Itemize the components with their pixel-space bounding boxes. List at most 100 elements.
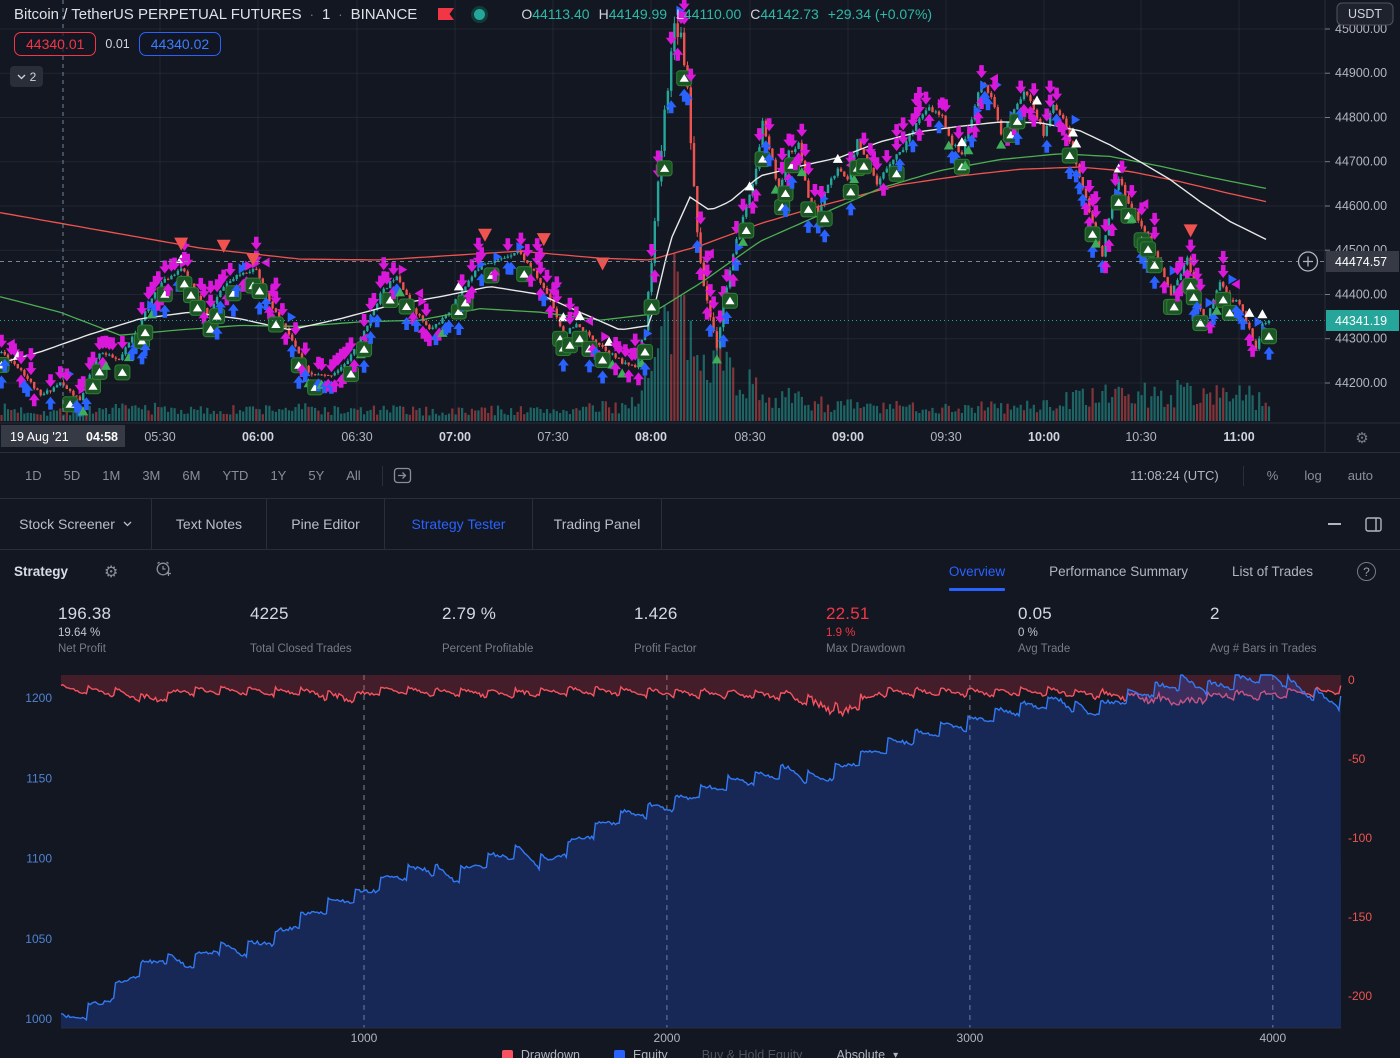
range-button-ytd[interactable]: YTD [211, 468, 259, 483]
collapse-count: 2 [30, 70, 37, 84]
object-tree-collapse-button[interactable]: 2 [10, 66, 43, 87]
report-tab-overview[interactable]: Overview [949, 550, 1005, 593]
interval-label[interactable]: 1 [322, 6, 330, 23]
range-button-1m[interactable]: 1M [91, 468, 131, 483]
ask-button[interactable]: 44340.02 [139, 32, 221, 56]
separator-dot: · [337, 7, 343, 22]
bid-button[interactable]: 44340.01 [14, 32, 96, 56]
open-value: 44113.40 [532, 6, 589, 22]
strategy-title: Strategy [14, 564, 68, 579]
auto-scale-button[interactable]: auto [1335, 468, 1386, 483]
equity-chart-canvas[interactable]: 1000200030004000120011501100105010000-50… [0, 665, 1400, 1058]
flag-icon[interactable] [438, 8, 454, 20]
range-button-6m[interactable]: 6M [171, 468, 211, 483]
legend-item-drawdown[interactable]: Drawdown [502, 1048, 580, 1058]
strategy-report-tabs: Overview Performance Summary List of Trade… [949, 550, 1386, 593]
drawdown-axis-label: -100 [1348, 831, 1372, 845]
time-tick-label: 05:30 [144, 430, 175, 444]
equity-axis-label: 1100 [26, 852, 52, 866]
stat-value: 2 [1210, 604, 1400, 624]
sell-triangle-icon [596, 258, 610, 271]
time-tick-label: 11:00 [1223, 430, 1254, 444]
plus-crosshair-icon[interactable] [1299, 252, 1318, 271]
svg-text:04:58: 04:58 [86, 430, 118, 444]
time-axis-gear-icon[interactable]: ⚙ [1355, 430, 1368, 447]
report-tab-list-of-trades[interactable]: List of Trades [1232, 550, 1313, 593]
chevron-down-icon [123, 521, 132, 527]
strategy-settings-gear-icon[interactable]: ⚙ [104, 562, 118, 582]
sell-triangle-icon [1184, 224, 1198, 237]
price-chart-pane[interactable]: 45000.0044900.0044800.0044700.0044600.00… [0, 0, 1400, 452]
stat-value: 0.05 [1018, 604, 1210, 624]
utc-clock[interactable]: 11:08:24 (UTC) [1130, 468, 1219, 483]
stat-value: 22.51 [826, 604, 1018, 624]
minimize-panel-icon[interactable] [1328, 523, 1341, 525]
range-button-3m[interactable]: 3M [131, 468, 171, 483]
price-tick-label: 44200.00 [1335, 376, 1387, 390]
legend-swatch [614, 1050, 625, 1058]
legend-item-buy-hold-equity[interactable]: Buy & Hold Equity [702, 1048, 803, 1058]
stat-subvalue: 1.9 % [826, 627, 1018, 640]
price-chart-canvas[interactable]: 45000.0044900.0044800.0044700.0044600.00… [0, 0, 1400, 452]
add-alert-icon[interactable] [154, 560, 172, 583]
range-button-all[interactable]: All [335, 468, 371, 483]
stat-percent-profitable: 2.79 %Percent Profitable [442, 604, 634, 665]
stat-label: Net Profit [58, 643, 250, 655]
divider [382, 466, 383, 486]
help-icon[interactable]: ? [1357, 562, 1376, 581]
close-value: 44142.73 [760, 6, 818, 22]
equity-chart-pane[interactable]: 1000200030004000120011501100105010000-50… [0, 665, 1400, 1058]
range-button-1y[interactable]: 1Y [259, 468, 297, 483]
maximize-panel-icon[interactable] [1365, 517, 1382, 532]
exchange-label[interactable]: BINANCE [351, 6, 418, 23]
trade-tick-label: 2000 [654, 1031, 681, 1045]
divider [1243, 466, 1244, 486]
time-tick-label: 08:00 [635, 430, 667, 444]
stat-subvalue [1210, 627, 1400, 640]
svg-text:44474.57: 44474.57 [1335, 255, 1387, 269]
last-price-label: 44341.19 [1326, 310, 1399, 331]
range-button-1d[interactable]: 1D [14, 468, 53, 483]
range-button-5d[interactable]: 5D [53, 468, 92, 483]
chevron-down-icon [17, 74, 26, 80]
stat-subvalue: 0 % [1018, 627, 1210, 640]
svg-text:19 Aug '21: 19 Aug '21 [10, 430, 69, 444]
stat-avg-trade: 0.050 %Avg Trade [1018, 604, 1210, 665]
quote-row: 44340.01 0.01 44340.02 [14, 32, 221, 56]
equity-axis-label: 1200 [25, 691, 52, 705]
price-tick-label: 44300.00 [1335, 332, 1387, 346]
tab-stock-screener[interactable]: Stock Screener [0, 499, 152, 549]
trade-tick-label: 4000 [1259, 1031, 1286, 1045]
range-button-5y[interactable]: 5Y [297, 468, 335, 483]
trade-tick-label: 3000 [957, 1031, 984, 1045]
report-tab-performance-summary[interactable]: Performance Summary [1049, 550, 1188, 593]
log-scale-button[interactable]: log [1291, 468, 1334, 483]
price-tick-label: 44700.00 [1335, 155, 1387, 169]
stat-avg-bars-in-trades: 2Avg # Bars in Trades [1210, 604, 1400, 665]
legend-item-absolute[interactable]: Absolute▾ [836, 1048, 898, 1058]
legend-item-equity[interactable]: Equity [614, 1048, 668, 1058]
symbol-title[interactable]: Bitcoin / TetherUS PERPETUAL FUTURES [14, 6, 302, 23]
currency-button[interactable]: USDT [1337, 3, 1393, 25]
drawdown-axis-label: -200 [1348, 989, 1372, 1003]
tab-text-notes[interactable]: Text Notes [152, 499, 267, 549]
separator-dot: · [309, 7, 315, 22]
ohlc-readout: O44113.40 H44149.99 L44110.00 C44142.73 … [521, 6, 932, 22]
tab-pine-editor[interactable]: Pine Editor [267, 499, 385, 549]
stat-total-closed-trades: 4225 Total Closed Trades [250, 604, 442, 665]
tab-trading-panel[interactable]: Trading Panel [533, 499, 662, 549]
market-status-icon[interactable] [471, 6, 488, 23]
svg-text:44341.19: 44341.19 [1335, 314, 1387, 328]
strategy-overview-stats: 196.3819.64 %Net Profit4225Total Closed … [0, 593, 1400, 665]
stat-label: Total Closed Trades [250, 643, 442, 655]
tab-strategy-tester[interactable]: Strategy Tester [385, 499, 533, 549]
crosshair-time-label: 19 Aug '21 04:58 [1, 425, 125, 447]
time-axis[interactable] [0, 423, 1400, 452]
stat-value: 4225 [250, 604, 442, 624]
percent-scale-button[interactable]: % [1254, 468, 1292, 483]
go-to-date-icon[interactable] [393, 466, 412, 485]
stat-label: Max Drawdown [826, 643, 1018, 655]
drawdown-axis-label: 0 [1348, 673, 1355, 687]
svg-text:USDT: USDT [1348, 7, 1382, 21]
price-tick-label: 44400.00 [1335, 288, 1387, 302]
